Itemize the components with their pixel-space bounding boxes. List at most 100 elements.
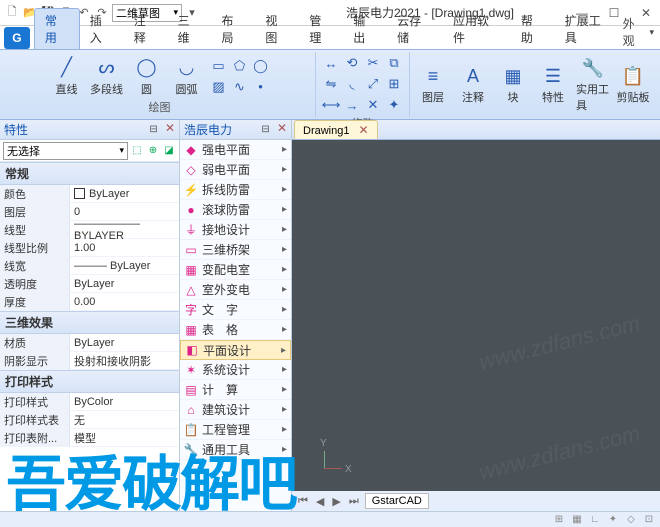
clipboard-button[interactable]: 📋剪贴板 — [616, 64, 650, 105]
prop-plotmisc-value[interactable]: 模型 — [70, 429, 179, 447]
prop-transparency-value[interactable]: ByLayer — [70, 275, 179, 293]
side-menu-item[interactable]: ◇弱电平面▸ — [180, 160, 291, 180]
polar-icon[interactable]: ✦ — [606, 513, 620, 527]
ellipse-icon[interactable]: ◯ — [252, 57, 270, 75]
spline-icon[interactable]: ∿ — [231, 78, 249, 96]
polygon-icon[interactable]: ⬠ — [231, 57, 249, 75]
tab-nav-last[interactable]: ⏭ — [347, 495, 361, 508]
side-menu-item[interactable]: 字文 字▸ — [180, 300, 291, 320]
side-menu-item[interactable]: ⌂建筑设计▸ — [180, 400, 291, 420]
ribbon-panel-right: ≡图层 A注释 ▦块 ☰特性 🔧实用工具 📋剪贴板 — [410, 52, 656, 117]
array-icon[interactable]: ⊞ — [385, 75, 403, 93]
move-icon[interactable]: ↔ — [322, 54, 340, 72]
model-tab[interactable]: GstarCAD — [365, 493, 429, 509]
tab-nav-first[interactable]: ⏮ — [296, 495, 310, 508]
side-menu-item[interactable]: ◧平面设计▸ — [180, 340, 291, 360]
grid-icon[interactable]: ▦ — [570, 513, 584, 527]
ribbon-tab-annotate[interactable]: 注释 — [124, 9, 168, 49]
scale-icon[interactable]: ⤢ — [364, 75, 382, 93]
ribbon-tab-insert[interactable]: 插入 — [80, 9, 124, 49]
close-doc-icon[interactable]: ✕ — [359, 123, 369, 137]
prop-linetype-value[interactable]: —————— BYLAYER — [70, 221, 179, 239]
block-button[interactable]: ▦块 — [496, 64, 530, 105]
layer-button[interactable]: ≡图层 — [416, 64, 450, 105]
side-menu-item[interactable]: ▦变配电室▸ — [180, 260, 291, 280]
ortho-icon[interactable]: ∟ — [588, 513, 602, 527]
group-plot[interactable]: 打印样式 — [0, 370, 179, 393]
pickadd-icon[interactable]: ⊕ — [146, 144, 160, 158]
ribbon-tab-apps[interactable]: 应用软件 — [443, 9, 511, 49]
side-menu-item[interactable]: 📋工程管理▸ — [180, 420, 291, 440]
ribbon-tab-output[interactable]: 输出 — [343, 9, 387, 49]
ribbon-tab-view[interactable]: 视图 — [255, 9, 299, 49]
osnap-icon[interactable]: ◇ — [624, 513, 638, 527]
ribbon-tab-help[interactable]: 帮助 — [511, 9, 555, 49]
chevron-right-icon: ▸ — [282, 224, 287, 235]
ribbon-tab-manage[interactable]: 管理 — [299, 9, 343, 49]
ribbon-tab-3d[interactable]: 三维 — [168, 9, 212, 49]
side-menu-item[interactable]: ▤计 算▸ — [180, 380, 291, 400]
appearance-dropdown[interactable]: 外观 ▾ — [623, 15, 654, 49]
chevron-right-icon: ▸ — [282, 324, 287, 335]
stretch-icon[interactable]: ⟷ — [322, 96, 340, 114]
quickselect-icon[interactable]: ⬚ — [130, 144, 144, 158]
prop-lineweight-value[interactable]: ——— ByLayer — [70, 257, 179, 275]
copy-icon[interactable]: ⧉ — [385, 54, 403, 72]
prop-ltscale-value[interactable]: 1.00 — [70, 239, 179, 257]
prop-color-value[interactable]: ByLayer — [70, 185, 179, 203]
side-menu-item[interactable]: △室外变电▸ — [180, 280, 291, 300]
side-menu-item[interactable]: ⚡拆线防雷▸ — [180, 180, 291, 200]
side-menu-item[interactable]: ●滚球防雷▸ — [180, 200, 291, 220]
rotate-icon[interactable]: ⟲ — [343, 54, 361, 72]
ribbon-tab-layout[interactable]: 布局 — [212, 9, 256, 49]
selection-combo[interactable]: 无选择 ▾ — [3, 142, 128, 160]
ribbon-tab-ext[interactable]: 扩展工具 — [555, 9, 623, 49]
erase-icon[interactable]: ✕ — [364, 96, 382, 114]
group-visual[interactable]: 三维效果 — [0, 311, 179, 334]
tab-nav-next[interactable]: ▶ — [330, 495, 342, 508]
panel-title-draw: 绘图 — [149, 99, 171, 115]
snap-icon[interactable]: ⊞ — [552, 513, 566, 527]
pin-icon[interactable]: ⊟ — [258, 122, 274, 138]
selectobj-icon[interactable]: ◪ — [162, 144, 176, 158]
prop-shadow-value[interactable]: 投射和接收阴影 — [70, 352, 179, 370]
annotate-button[interactable]: A注释 — [456, 64, 490, 105]
prop-material-value[interactable]: ByLayer — [70, 334, 179, 352]
document-tab[interactable]: Drawing1 ✕ — [294, 120, 378, 139]
drawing-canvas[interactable]: www.zdfans.com www.zdfans.com Y X ⏮ ◀ ▶ … — [292, 140, 660, 511]
arc-button[interactable]: ◡圆弧 — [170, 56, 204, 97]
ribbon-tab-home[interactable]: 常用 — [34, 8, 80, 49]
prop-plotstyle-value[interactable]: ByColor — [70, 393, 179, 411]
utility-button[interactable]: 🔧实用工具 — [576, 56, 610, 113]
side-menu-item[interactable]: ▦表 格▸ — [180, 320, 291, 340]
group-general[interactable]: 常规 — [0, 162, 179, 185]
arc-icon: ◡ — [175, 56, 199, 80]
circle-button[interactable]: ◯圆 — [130, 56, 164, 97]
side-menu-item[interactable]: ▭三维桥架▸ — [180, 240, 291, 260]
close-panel-icon[interactable]: ✕ — [277, 121, 287, 135]
ribbon-tab-cloud[interactable]: 云存储 — [387, 9, 443, 49]
hatch-icon[interactable]: ▨ — [210, 78, 228, 96]
rect-icon[interactable]: ▭ — [210, 57, 228, 75]
side-menu-item[interactable]: ✶系统设计▸ — [180, 360, 291, 380]
fillet-icon[interactable]: ◟ — [343, 75, 361, 93]
close-panel-icon[interactable]: ✕ — [165, 121, 175, 135]
tab-nav-prev[interactable]: ◀ — [314, 495, 326, 508]
mirror-icon[interactable]: ⇋ — [322, 75, 340, 93]
app-logo[interactable]: G — [4, 27, 30, 49]
menu-item-icon: ✶ — [184, 363, 198, 377]
explode-icon[interactable]: ✦ — [385, 96, 403, 114]
point-icon[interactable]: • — [252, 78, 270, 96]
prop-plottable-value[interactable]: 无 — [70, 411, 179, 429]
new-icon[interactable]: 🗋 — [4, 5, 20, 21]
properties-button[interactable]: ☰特性 — [536, 64, 570, 105]
side-menu-item[interactable]: ◆强电平面▸ — [180, 140, 291, 160]
extend-icon[interactable]: → — [343, 96, 361, 114]
pin-icon[interactable]: ⊟ — [146, 122, 162, 138]
side-menu-item[interactable]: ⏚接地设计▸ — [180, 220, 291, 240]
prop-thickness-value[interactable]: 0.00 — [70, 293, 179, 311]
dyn-icon[interactable]: ⊡ — [642, 513, 656, 527]
polyline-button[interactable]: ᔕ多段线 — [90, 56, 124, 97]
trim-icon[interactable]: ✂ — [364, 54, 382, 72]
line-button[interactable]: ╱直线 — [50, 56, 84, 97]
